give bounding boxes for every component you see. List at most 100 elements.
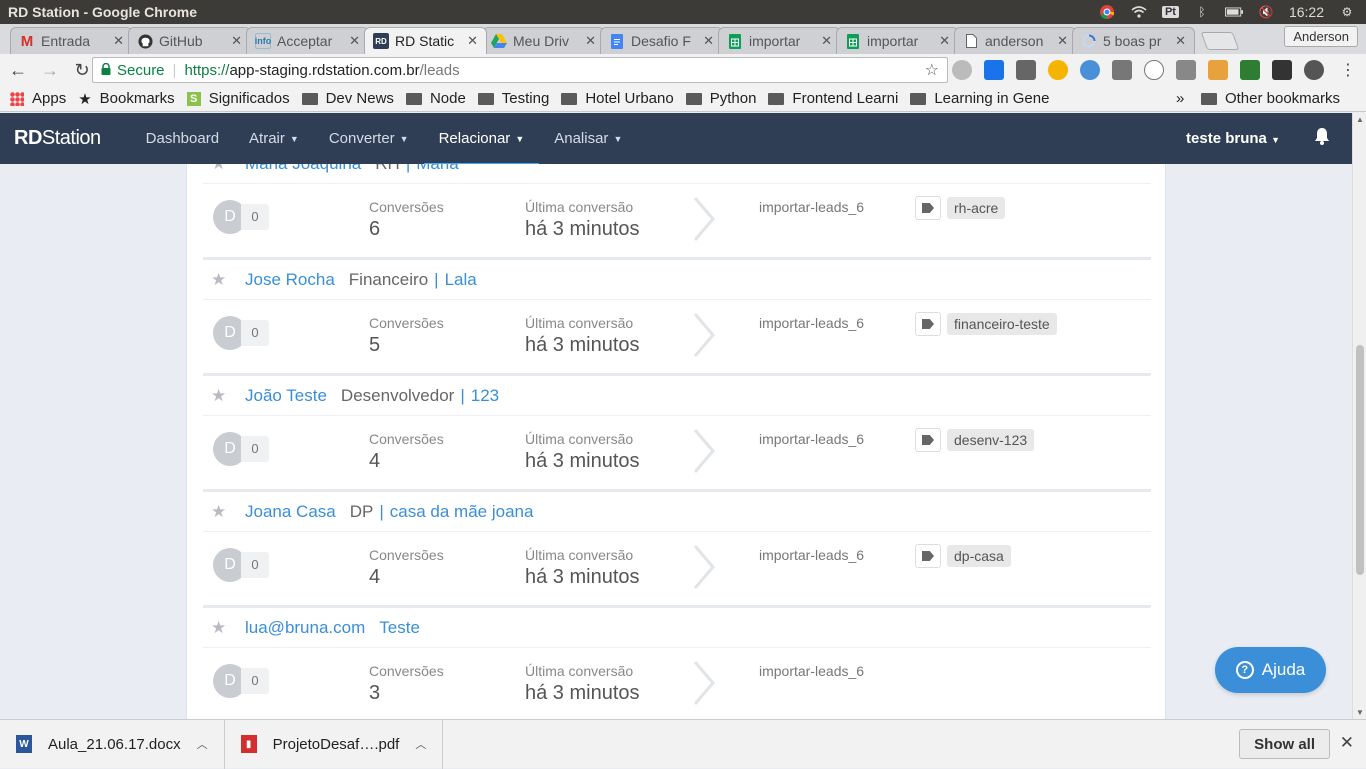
extension-5-icon[interactable] xyxy=(1080,60,1100,80)
lead-company-link[interactable]: casa da mãe joana xyxy=(390,502,534,522)
lead-name-link[interactable]: lua@bruna.com xyxy=(245,618,365,638)
lead-name-link[interactable]: João Teste xyxy=(245,386,327,406)
tab-5-boas-praticas[interactable]: 5 boas pr ✕ xyxy=(1072,27,1195,54)
chrome-extension-icon[interactable] xyxy=(1048,60,1068,80)
tag-pill[interactable]: rh-acre xyxy=(947,197,1006,219)
lead-name-link[interactable]: Jose Rocha xyxy=(245,270,335,290)
rd-station-logo[interactable]: RDStation xyxy=(14,127,101,150)
notifications-bell-icon[interactable] xyxy=(1314,127,1330,150)
close-icon[interactable]: ✕ xyxy=(1175,33,1186,49)
lead-company-link[interactable]: 123 xyxy=(471,386,499,406)
tag-pill[interactable]: dp-casa xyxy=(947,545,1011,567)
close-icon[interactable]: ✕ xyxy=(113,33,124,49)
more-menu-icon[interactable]: ⋮ xyxy=(1340,60,1356,80)
bookmark-learning-in-general[interactable]: Learning in Gene xyxy=(910,90,1049,107)
bookmark-star-icon[interactable]: ☆ xyxy=(925,60,939,80)
forward-arrow-icon[interactable]: → xyxy=(36,60,64,81)
battery-icon[interactable] xyxy=(1224,4,1243,20)
tag-icon[interactable] xyxy=(915,196,941,220)
close-icon[interactable]: ✕ xyxy=(349,33,360,49)
shield-icon[interactable] xyxy=(1240,60,1260,80)
favorite-star-icon[interactable]: ★ xyxy=(211,270,233,290)
help-button[interactable]: ? Ajuda xyxy=(1215,647,1326,693)
tab-google-drive[interactable]: Meu Driv ✕ xyxy=(482,27,605,54)
tab-google-docs[interactable]: Desafio F ✕ xyxy=(600,27,723,54)
settings-gear-icon[interactable]: ⚙ xyxy=(1338,4,1356,20)
download-item-pdf[interactable]: ▮ ProjetoDesaf….pdf ︿ xyxy=(225,719,444,769)
nav-analisar[interactable]: Analisar ▼ xyxy=(539,113,637,164)
nav-converter[interactable]: Converter ▼ xyxy=(314,113,424,164)
bookmark-testing[interactable]: Testing xyxy=(477,90,549,107)
lead-company-link[interactable]: Teste xyxy=(379,618,420,638)
show-all-downloads-button[interactable]: Show all xyxy=(1239,729,1330,759)
bookmark-frontend-learning[interactable]: Frontend Learni xyxy=(768,90,898,107)
chrome-tray-icon[interactable] xyxy=(1098,4,1116,20)
favorite-star-icon[interactable]: ★ xyxy=(211,164,233,174)
lead-company-link[interactable]: Lala xyxy=(445,270,477,290)
nav-atrair[interactable]: Atrair ▼ xyxy=(234,113,314,164)
nav-dashboard[interactable]: Dashboard xyxy=(131,113,234,164)
bookmark-apps[interactable]: Apps xyxy=(10,90,66,107)
other-bookmarks[interactable]: Other bookmarks xyxy=(1200,90,1340,107)
close-icon[interactable]: ✕ xyxy=(821,33,832,49)
new-tab-button[interactable] xyxy=(1200,32,1240,50)
close-icon[interactable]: ✕ xyxy=(1057,33,1068,49)
tag-icon[interactable] xyxy=(915,312,941,336)
bookmark-node[interactable]: Node xyxy=(405,90,466,107)
tab-google-sheets-2[interactable]: importar ✕ xyxy=(836,27,959,54)
page-scrollbar[interactable]: ▲ ▼ xyxy=(1352,113,1366,719)
extension-7-icon[interactable] xyxy=(1144,60,1164,80)
clock[interactable]: 16:22 xyxy=(1289,4,1324,20)
tab-gmail[interactable]: M Entrada ✕ xyxy=(10,27,133,54)
tab-github[interactable]: GitHub ✕ xyxy=(128,27,251,54)
close-icon[interactable]: ✕ xyxy=(467,33,478,49)
bookmark-bookmarks[interactable]: ★ Bookmarks xyxy=(78,90,174,108)
lead-name-link[interactable]: Maria Joaquina xyxy=(245,164,361,174)
wifi-icon[interactable] xyxy=(1130,4,1148,20)
address-bar[interactable]: Secure | https:// app-staging.rdstation.… xyxy=(92,57,948,83)
extension-6-icon[interactable] xyxy=(1112,60,1132,80)
extension-2-icon[interactable] xyxy=(984,60,1004,80)
extension-1-icon[interactable] xyxy=(952,60,972,80)
close-icon[interactable]: ✕ xyxy=(703,33,714,49)
close-icon[interactable]: ✕ xyxy=(1340,733,1354,753)
close-icon[interactable]: ✕ xyxy=(939,33,950,49)
extension-11-icon[interactable] xyxy=(1272,60,1292,80)
back-arrow-icon[interactable]: ← xyxy=(4,60,32,81)
scroll-up-arrow-icon[interactable]: ▲ xyxy=(1356,115,1364,124)
tag-pill[interactable]: desenv-123 xyxy=(947,429,1035,451)
extension-3-icon[interactable] xyxy=(1016,60,1036,80)
favorite-star-icon[interactable]: ★ xyxy=(211,502,233,522)
scroll-down-arrow-icon[interactable]: ▼ xyxy=(1356,708,1364,717)
user-menu[interactable]: teste bruna ▼ xyxy=(1186,130,1280,147)
tag-icon[interactable] xyxy=(915,428,941,452)
favorite-star-icon[interactable]: ★ xyxy=(211,386,233,406)
download-item-docx[interactable]: W Aula_21.06.17.docx ︿ xyxy=(0,719,225,769)
tab-rd-station[interactable]: RD RD Static ✕ xyxy=(364,27,487,54)
react-devtools-icon[interactable] xyxy=(1176,60,1196,80)
close-icon[interactable]: ✕ xyxy=(585,33,596,49)
bookmark-dev-news[interactable]: Dev News xyxy=(301,90,394,107)
nav-relacionar[interactable]: Relacionar ▼ xyxy=(423,113,540,167)
tag-pill[interactable]: financeiro-teste xyxy=(947,313,1057,335)
profile-button[interactable]: Anderson xyxy=(1284,26,1358,47)
tab-anderson[interactable]: anderson ✕ xyxy=(954,27,1077,54)
scrollbar-thumb[interactable] xyxy=(1356,345,1364,575)
favorite-star-icon[interactable]: ★ xyxy=(211,618,233,638)
volume-muted-icon[interactable]: 🔇 xyxy=(1257,4,1275,20)
bookmarks-overflow-chevron[interactable]: » xyxy=(1176,90,1184,107)
tab-google-sheets-1[interactable]: importar ✕ xyxy=(718,27,841,54)
extension-9-icon[interactable] xyxy=(1208,60,1228,80)
tag-icon[interactable] xyxy=(915,544,941,568)
keyboard-layout-indicator[interactable]: Pt xyxy=(1161,6,1179,18)
chevron-up-icon[interactable]: ︿ xyxy=(415,736,426,752)
chevron-up-icon[interactable]: ︿ xyxy=(197,736,208,752)
bookmark-python[interactable]: Python xyxy=(685,90,756,107)
bookmark-significados[interactable]: S Significados xyxy=(186,90,290,107)
lead-name-link[interactable]: Joana Casa xyxy=(245,502,336,522)
close-icon[interactable]: ✕ xyxy=(231,33,242,49)
evernote-icon[interactable] xyxy=(1304,60,1324,80)
bookmark-hotel-urbano[interactable]: Hotel Urbano xyxy=(561,90,674,107)
tab-acceptance[interactable]: info Acceptar ✕ xyxy=(246,27,369,54)
lead-company-link[interactable]: Maria xyxy=(416,164,459,174)
